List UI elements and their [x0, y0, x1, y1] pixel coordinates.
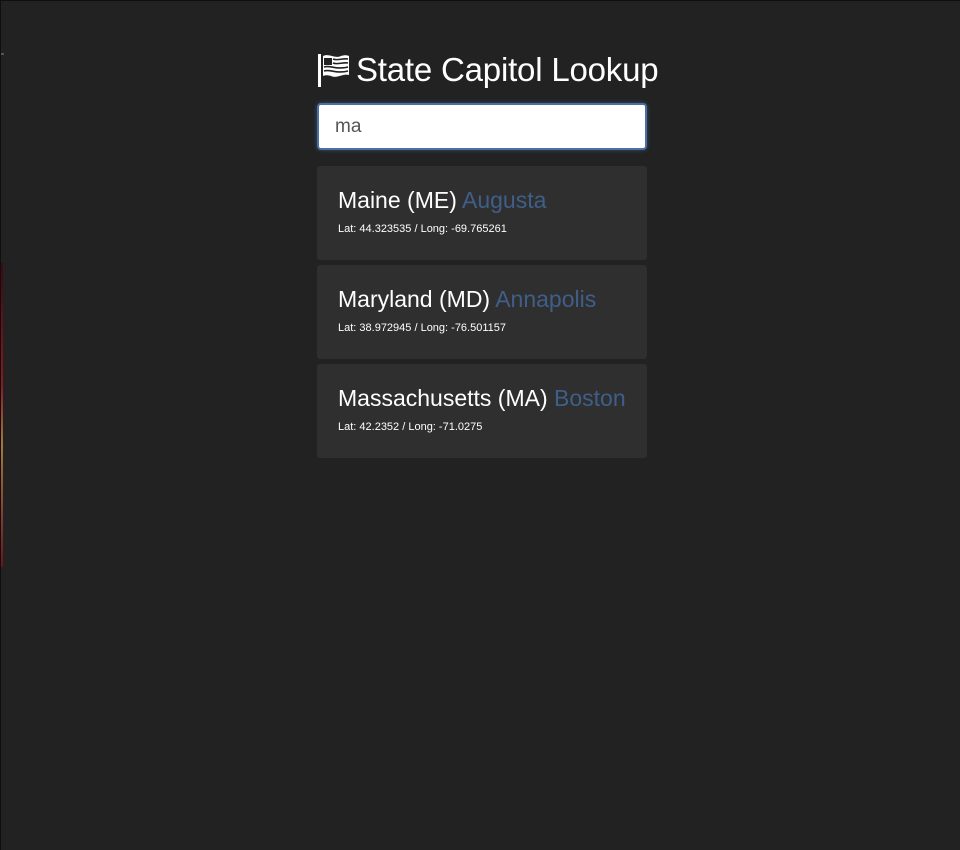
results-list: Maine (ME) Augusta Lat: 44.323535 / Long…	[317, 166, 647, 463]
capital-name: Augusta	[462, 187, 547, 213]
result-card-massachusetts[interactable]: Massachusetts (MA) Boston Lat: 42.2352 /…	[317, 364, 647, 458]
capital-name: Boston	[554, 385, 626, 411]
state-name: Maryland	[338, 286, 433, 312]
state-name: Massachusetts	[338, 385, 492, 411]
state-abbr: (ME)	[407, 187, 457, 213]
page-title: State Capitol Lookup	[317, 51, 659, 89]
search-input[interactable]	[317, 103, 647, 150]
result-card-maryland[interactable]: Maryland (MD) Annapolis Lat: 38.972945 /…	[317, 265, 647, 359]
result-title: Maryland (MD) Annapolis	[338, 285, 626, 313]
result-card-maine[interactable]: Maine (ME) Augusta Lat: 44.323535 / Long…	[317, 166, 647, 260]
coordinates: Lat: 42.2352 / Long: -71.0275	[338, 421, 483, 433]
state-abbr: (MA)	[497, 385, 548, 411]
page: State Capitol Lookup Maine (ME) Augusta …	[0, 0, 960, 850]
capital-name: Annapolis	[495, 286, 597, 312]
coordinates: Lat: 44.323535 / Long: -69.765261	[338, 223, 507, 235]
coordinates: Lat: 38.972945 / Long: -76.501157	[338, 322, 506, 334]
background-window-edge	[1, 263, 3, 567]
page-title-text: State Capitol Lookup	[356, 51, 659, 88]
result-title: Maine (ME) Augusta	[338, 186, 626, 214]
result-title: Massachusetts (MA) Boston	[338, 384, 626, 412]
flag-icon	[318, 54, 349, 87]
state-abbr: (MD)	[439, 286, 491, 312]
window-edge-mark	[1, 53, 4, 55]
state-name: Maine	[338, 187, 401, 213]
